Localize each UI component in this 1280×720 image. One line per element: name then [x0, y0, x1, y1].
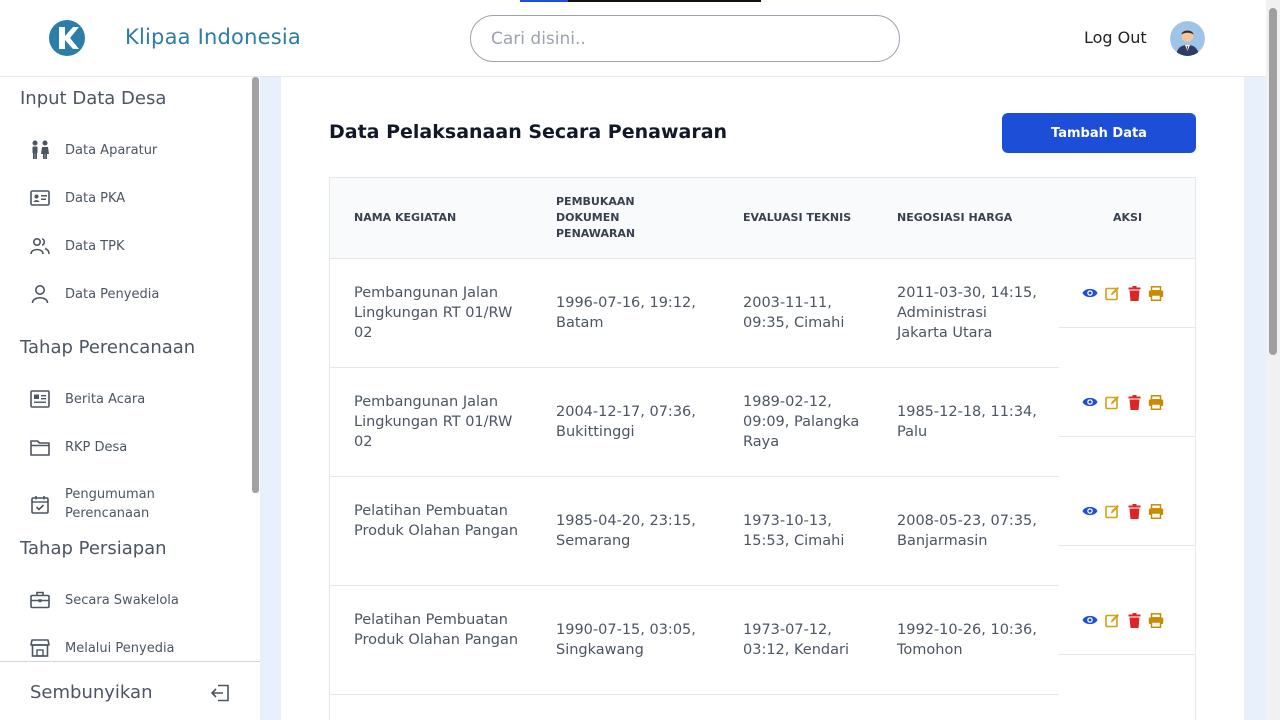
edit-icon[interactable]	[1104, 394, 1120, 410]
people-icon	[28, 138, 52, 162]
edit-icon[interactable]	[1104, 612, 1120, 628]
column-header-pembukaan-dokumen[interactable]: PEMBUKAAN DOKUMEN PENAWARAN	[556, 194, 666, 242]
sidebar-item-pengumuman-perencanaan[interactable]: Pengumuman Perencanaan	[28, 485, 243, 523]
id-card-icon	[28, 186, 52, 210]
view-icon[interactable]	[1082, 612, 1098, 628]
row-actions	[1082, 503, 1164, 519]
sidebar-item-melalui-penyedia[interactable]: Melalui Penyedia	[28, 636, 243, 660]
view-icon[interactable]	[1082, 503, 1098, 519]
row-actions	[1082, 394, 1164, 410]
sidebar-section-title: Input Data Desa	[20, 88, 167, 109]
cell-nama-kegiatan: Pembangunan Jalan Lingkungan RT 01/RW 02	[354, 285, 513, 341]
brand-name[interactable]: Klipaa Indonesia	[125, 25, 301, 49]
cell-evaluasi: 1973-07-12, 03:12, Kendari	[743, 622, 849, 658]
delete-icon[interactable]	[1126, 285, 1142, 301]
cell-negosiasi: 1985-12-18, 11:34, Palu	[897, 404, 1037, 440]
sidebar-item-data-pka[interactable]: Data PKA	[28, 186, 243, 210]
search-input[interactable]	[470, 15, 900, 62]
folder-icon	[28, 435, 52, 459]
cell-evaluasi: 1973-10-13, 15:53, Cimahi	[743, 513, 845, 549]
cell-negosiasi: 2011-03-30, 14:15, Administrasi Jakarta …	[897, 285, 1037, 341]
print-icon[interactable]	[1148, 394, 1164, 410]
column-header-evaluasi-teknis[interactable]: EVALUASI TEKNIS	[743, 210, 851, 226]
sidebar-item-label: Data TPK	[65, 238, 125, 254]
sidebar-item-label: Pengumuman Perencanaan	[65, 487, 155, 521]
cell-pembukaan: 2004-12-17, 07:36, Bukittinggi	[556, 404, 696, 440]
cell-nama-kegiatan: Pembangunan Jalan Lingkungan RT 01/RW 02	[354, 394, 513, 450]
delete-icon[interactable]	[1126, 612, 1142, 628]
newspaper-icon	[28, 387, 52, 411]
table-row: Pelatihan Pembuatan Produk Olahan Pangan…	[330, 586, 1195, 695]
sidebar-item-label: Berita Acara	[65, 391, 146, 407]
sidebar-section-title: Tahap Perencanaan	[20, 337, 196, 358]
cell-nama-kegiatan: Pelatihan Pembuatan Produk Olahan Pangan	[354, 503, 519, 539]
column-header-negosiasi-harga[interactable]: NEGOSIASI HARGA	[897, 210, 1012, 226]
table-header: NAMA KEGIATAN PEMBUKAAN DOKUMEN PENAWARA…	[330, 178, 1195, 259]
page-scrollbar[interactable]	[1266, 0, 1280, 720]
row-actions	[1082, 285, 1164, 301]
sidebar-item-label: RKP Desa	[65, 439, 128, 455]
cell-evaluasi: 2003-11-11, 09:35, Cimahi	[743, 295, 845, 331]
sidebar-item-data-aparatur[interactable]: Data Aparatur	[28, 138, 243, 162]
cell-pembukaan: 1996-07-16, 19:12, Batam	[556, 295, 696, 331]
data-table: NAMA KEGIATAN PEMBUKAAN DOKUMEN PENAWARA…	[329, 177, 1196, 720]
hide-sidebar-label: Sembunyikan	[30, 682, 153, 703]
sidebar-item-label: Data Penyedia	[65, 286, 160, 302]
page-title: Data Pelaksanaan Secara Penawaran	[329, 121, 728, 143]
edit-icon[interactable]	[1104, 503, 1120, 519]
top-header: Klipaa Indonesia Log Out	[0, 0, 1266, 77]
cell-pembukaan: 1990-07-15, 03:05, Singkawang	[556, 622, 696, 658]
sidebar-item-label: Secara Swakelola	[65, 592, 179, 608]
klipaa-logo	[49, 20, 85, 56]
sidebar-item-label: Melalui Penyedia	[65, 640, 175, 656]
view-icon[interactable]	[1082, 394, 1098, 410]
print-icon[interactable]	[1148, 612, 1164, 628]
row-actions	[1082, 612, 1164, 628]
sidebar-section-title: Tahap Persiapan	[20, 538, 167, 559]
sidebar-item-label: Data Aparatur	[65, 142, 158, 158]
column-header-aksi: AKSI	[1113, 211, 1143, 224]
logout-link[interactable]: Log Out	[1084, 28, 1147, 47]
sidebar-item-data-tpk[interactable]: Data TPK	[28, 234, 243, 258]
print-icon[interactable]	[1148, 285, 1164, 301]
page-scrollbar-thumb[interactable]	[1269, 8, 1277, 355]
sidebar: Input Data Desa Data Aparatur Data PKA D…	[0, 77, 260, 720]
delete-icon[interactable]	[1126, 394, 1142, 410]
sidebar-item-rkp-desa[interactable]: RKP Desa	[28, 435, 243, 459]
edit-icon[interactable]	[1104, 285, 1120, 301]
main-content: Data Pelaksanaan Secara Penawaran Tambah…	[281, 77, 1244, 720]
view-icon[interactable]	[1082, 285, 1098, 301]
cell-nama-kegiatan: Pelatihan Pembuatan Produk Olahan Pangan	[354, 612, 519, 648]
cell-negosiasi: 1992-10-26, 10:36, Tomohon	[897, 622, 1037, 658]
sidebar-item-label: Data PKA	[65, 190, 126, 206]
calendar-check-icon	[28, 492, 52, 516]
table-row: Pelatihan Pembuatan Produk Olahan Pangan…	[330, 477, 1195, 586]
sidebar-item-secara-swakelola[interactable]: Secara Swakelola	[28, 588, 243, 612]
column-header-nama-kegiatan[interactable]: NAMA KEGIATAN	[354, 210, 456, 226]
sign-out-icon	[210, 684, 230, 706]
sidebar-scrollbar[interactable]	[252, 77, 259, 493]
user-icon	[28, 282, 52, 306]
briefcase-icon	[28, 588, 52, 612]
hide-sidebar-button[interactable]: Sembunyikan	[0, 661, 260, 720]
add-data-button[interactable]: Tambah Data	[1002, 113, 1196, 153]
users-icon	[28, 234, 52, 258]
store-icon	[28, 636, 52, 660]
user-avatar[interactable]	[1170, 21, 1205, 56]
print-icon[interactable]	[1148, 503, 1164, 519]
cell-pembukaan: 1985-04-20, 23:15, Semarang	[556, 513, 696, 549]
loading-progress-bar	[520, 0, 761, 2]
delete-icon[interactable]	[1126, 503, 1142, 519]
sidebar-item-data-penyedia[interactable]: Data Penyedia	[28, 282, 243, 306]
table-row: Pembangunan Jalan Lingkungan RT 01/RW 02…	[330, 368, 1195, 477]
sidebar-item-berita-acara[interactable]: Berita Acara	[28, 387, 243, 411]
sidebar-menu: Input Data Desa Data Aparatur Data PKA D…	[0, 77, 260, 661]
table-row: Pembangunan Jalan Lingkungan RT 01/RW 02…	[330, 259, 1195, 368]
cell-negosiasi: 2008-05-23, 07:35, Banjarmasin	[897, 513, 1037, 549]
cell-evaluasi: 1989-02-12, 09:09, Palangka Raya	[743, 394, 860, 450]
